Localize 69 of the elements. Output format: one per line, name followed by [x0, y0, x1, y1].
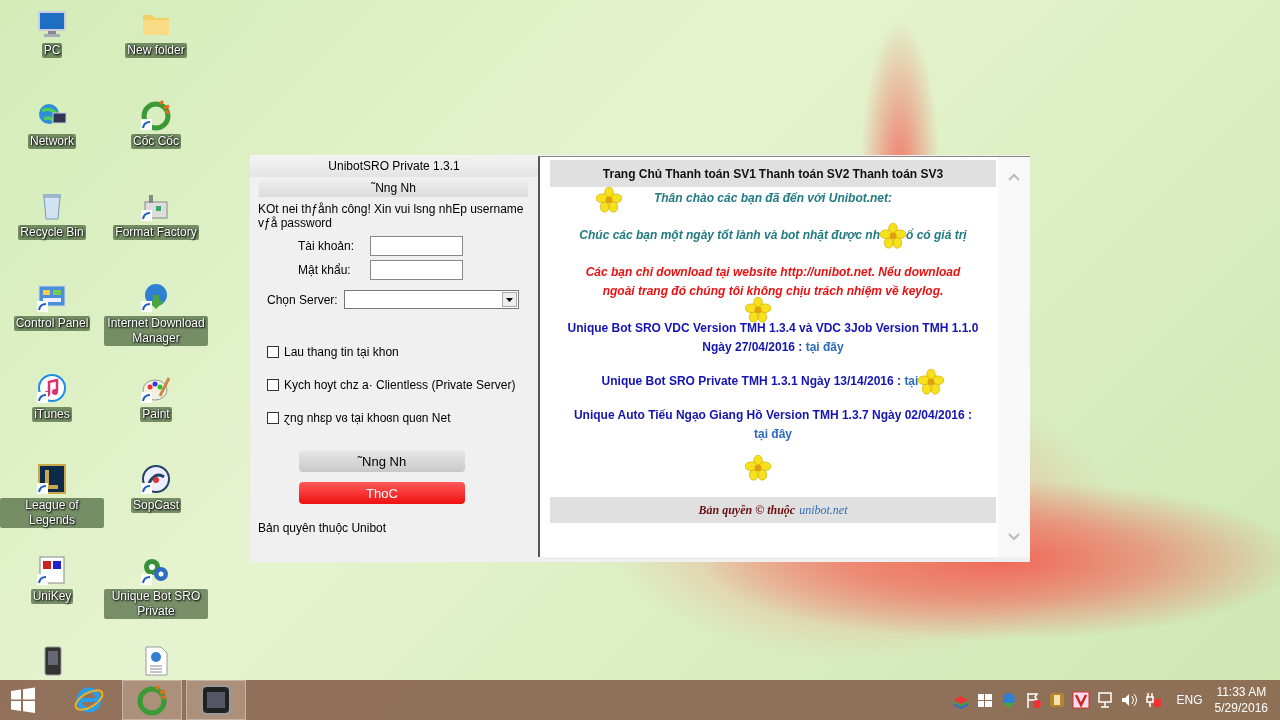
- speaker-icon[interactable]: [1119, 691, 1138, 709]
- desktop-icon-label[interactable]: Unique Bot SRO Private: [104, 589, 208, 619]
- login-button[interactable]: ˜Nng Nh: [299, 450, 465, 472]
- release-text: Unique Bot SRO Private TMH 1.3.1 Ngày 13/14/2016 : tại: [550, 372, 996, 391]
- desktop-icon-label[interactable]: Format Factory: [113, 225, 199, 240]
- checkbox[interactable]: [267, 412, 279, 424]
- desktop-icon-label[interactable]: Recycle Bin: [18, 225, 86, 240]
- status-message: KOt nei thƒånh công! Xin vui lsng nhEp username vƒå password: [258, 202, 525, 230]
- power-plug-icon[interactable]: [1143, 691, 1162, 709]
- nav-link[interactable]: Thanh toán SV2: [758, 166, 850, 181]
- desktop-icon-label[interactable]: League of Legends: [0, 498, 104, 528]
- checkbox-label[interactable]: Kych hoyt chz a· Clientless (Private Server): [284, 378, 516, 392]
- nav-link[interactable]: Thanh toán SV1: [665, 166, 756, 181]
- field-label: Tài khoản:: [298, 239, 356, 253]
- desktop-icon-label[interactable]: Paint: [140, 407, 172, 422]
- copyright-text: Bản quyên thuộc Unibot: [258, 521, 388, 535]
- desktop-icon-label[interactable]: New folder: [125, 43, 187, 58]
- desktop-icon-label[interactable]: Control Panel: [13, 316, 91, 331]
- download-link[interactable]: tại: [904, 374, 919, 388]
- game-app-icon[interactable]: [200, 684, 232, 716]
- download-link[interactable]: tại đây: [805, 340, 844, 354]
- server-dropdown[interactable]: [343, 290, 519, 309]
- language-indicator[interactable]: ENG: [1176, 693, 1203, 707]
- nav-link[interactable]: Thanh toán SV3: [852, 166, 944, 181]
- desktop-icon-label[interactable]: iTunes: [32, 407, 72, 422]
- satellite-dish-icon[interactable]: [140, 463, 172, 495]
- clock-time[interactable]: 11:33 AM: [1214, 684, 1268, 700]
- clock-date[interactable]: 5/29/2016: [1214, 700, 1268, 716]
- desktop-icon-label[interactable]: SopCast: [131, 498, 181, 513]
- greeting-text: ổ có giá trị: [906, 228, 967, 242]
- monitor-icon[interactable]: [36, 8, 68, 40]
- network-icon[interactable]: [1095, 691, 1114, 709]
- desktop-icon-label[interactable]: Cốc Cốc: [131, 134, 181, 149]
- flower-icon: [880, 222, 906, 249]
- flower-icon: [745, 297, 771, 323]
- greeting-text: Chúc các bạn một ngày tốt lành và bot nhặt được nh: [579, 228, 880, 242]
- music-note-icon[interactable]: [36, 372, 68, 404]
- section-header: ˜Nng Nh: [259, 180, 528, 197]
- checkbox[interactable]: [267, 346, 279, 358]
- desktop-icon-label[interactable]: Internet Download Manager: [104, 316, 208, 346]
- text-field[interactable]: [370, 236, 463, 256]
- taskbar-button[interactable]: [186, 680, 246, 720]
- flower-icon: [596, 187, 622, 213]
- desktop-icon-label[interactable]: UniKey: [30, 589, 74, 604]
- desktop-icon-label[interactable]: PC: [41, 43, 63, 58]
- server-label: Chọn Server:: [267, 292, 338, 307]
- warning-text: Các bạn chỉ download tại website http://unibot.net. Nếu download ngoài trang đó chúng tôi không chịu trách nhiệm về keylog.: [585, 265, 961, 298]
- footer-link[interactable]: unibot.net: [799, 502, 848, 518]
- notes-icon[interactable]: [1047, 691, 1066, 709]
- checkbox-label[interactable]: Lau thang tin tại khon: [284, 345, 399, 359]
- keyboard-flag-icon[interactable]: [36, 554, 68, 586]
- welcome-text: Thân chào các bạn đã đến với Unibot.net:: [653, 191, 893, 205]
- v-logo-icon[interactable]: [1071, 691, 1090, 709]
- checkbox[interactable]: [267, 379, 279, 391]
- checkbox-label[interactable]: ɀng nhɛp vɞ tại khoɞn quɞn Net: [284, 411, 451, 425]
- desktop-icon-label[interactable]: Network: [28, 134, 76, 149]
- release-text: Unique Auto Tiếu Ngạo Giang Hồ Version TMH 1.3.7 Ngày 02/04/2016 : tại đây: [572, 407, 974, 443]
- download-link[interactable]: tại đây: [754, 427, 792, 441]
- windows-start-icon[interactable]: [8, 685, 38, 715]
- windows-logo-icon[interactable]: [975, 691, 994, 709]
- exit-button[interactable]: ThoC: [299, 482, 465, 504]
- release-text: Unique Bot SRO VDC Version TMH 1.3.4 và VDC 3Job Version TMH 1.1.0 Ngày 27/04/2016 : tại đây: [566, 320, 980, 356]
- flower-icon: [745, 455, 771, 481]
- game-emblem-icon[interactable]: [36, 463, 68, 495]
- window-title: UnibotSRO Private 1.3.1: [250, 155, 538, 177]
- field-label: Mật khẩu:: [298, 263, 352, 277]
- text-field[interactable]: [370, 260, 463, 280]
- nav-link[interactable]: Trang Chủ: [602, 166, 663, 181]
- footer-text: Bản quyền © thuộc: [698, 502, 796, 518]
